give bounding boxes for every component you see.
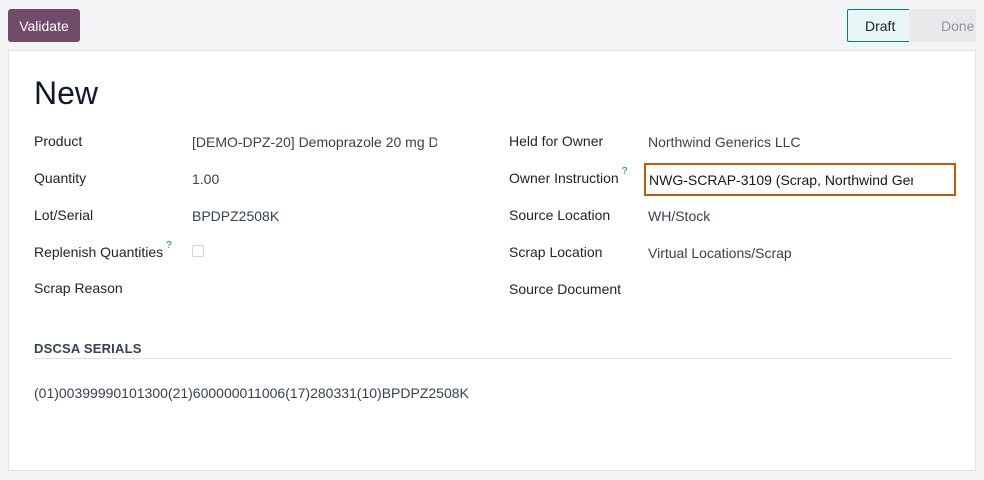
- source-location-label: Source Location: [509, 207, 611, 223]
- product-label: Product: [34, 133, 83, 149]
- owner-instruction-input[interactable]: NWG-SCRAP-3109 (Scrap, Northwind Ger: [644, 163, 956, 196]
- control-panel: Validate Draft Done: [0, 0, 984, 50]
- quantity-label: Quantity: [34, 170, 87, 186]
- status-stage-draft[interactable]: Draft: [847, 9, 926, 42]
- form-sheet: New Product [DEMO-DPZ-20] Demoprazole 20…: [8, 50, 976, 471]
- source-document-label: Source Document: [509, 281, 622, 297]
- status-bar: Draft Done: [847, 9, 976, 42]
- replenish-quantities-checkbox[interactable]: [192, 245, 204, 257]
- dscsa-serial-value: (01)00399990101300(21)600000011006(17)28…: [34, 385, 469, 401]
- product-field[interactable]: [DEMO-DPZ-20] Demoprazole 20 mg D: [192, 134, 437, 150]
- section-divider: [34, 358, 952, 359]
- dscsa-section-title: DSCSA SERIALS: [34, 341, 142, 356]
- held-for-owner-label: Held for Owner: [509, 133, 604, 149]
- scrap-location-label: Scrap Location: [509, 244, 603, 260]
- owner-instruction-label-text: Owner Instruction: [509, 170, 619, 186]
- lot-serial-field[interactable]: BPDPZ2508K: [192, 208, 437, 224]
- owner-instruction-value: NWG-SCRAP-3109 (Scrap, Northwind Ger: [649, 172, 913, 188]
- scrap-reason-field[interactable]: [192, 280, 437, 298]
- help-tooltip-icon[interactable]: ?: [622, 166, 628, 177]
- status-stage-draft-label: Draft: [865, 17, 896, 34]
- source-document-field[interactable]: [648, 281, 948, 299]
- owner-instruction-label: Owner Instruction?: [509, 166, 627, 186]
- held-for-owner-field[interactable]: Northwind Generics LLC: [648, 134, 948, 150]
- quantity-field[interactable]: 1.00: [192, 171, 437, 187]
- replenish-quantities-label: Replenish Quantities?: [34, 240, 172, 260]
- lot-serial-label: Lot/Serial: [34, 207, 94, 223]
- validate-button[interactable]: Validate: [8, 9, 80, 42]
- scrap-location-field[interactable]: Virtual Locations/Scrap: [648, 245, 948, 261]
- record-title: New: [34, 75, 99, 111]
- scrap-reason-label: Scrap Reason: [34, 280, 123, 296]
- status-stage-done[interactable]: Done: [909, 9, 976, 42]
- help-tooltip-icon[interactable]: ?: [166, 240, 172, 251]
- status-stage-done-label: Done: [941, 17, 975, 34]
- source-location-field[interactable]: WH/Stock: [648, 208, 948, 224]
- replenish-quantities-label-text: Replenish Quantities: [34, 244, 164, 260]
